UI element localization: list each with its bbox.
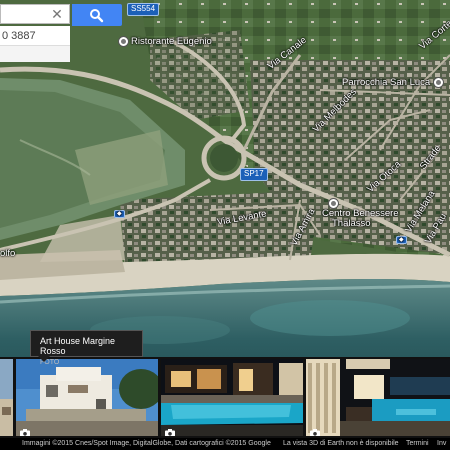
clear-search-button[interactable]: ✕: [48, 6, 66, 22]
place-label-golfo: olfo: [0, 248, 16, 259]
photo-thumbnail[interactable]: [161, 359, 303, 436]
road-shield-ss554: SS554: [127, 3, 160, 16]
map-footer: Immagini ©2015 Cnes/Spot Image, DigitalG…: [0, 438, 450, 450]
spa-marker-icon: [328, 198, 339, 209]
camera-icon: [20, 424, 30, 436]
search-button[interactable]: [72, 4, 122, 26]
map-marker-icon: ◆: [114, 210, 125, 218]
photo-tooltip-subtitle: FOTO: [40, 359, 60, 366]
photo-image: [16, 359, 158, 436]
camera-icon: [310, 424, 320, 436]
photo-thumbnail[interactable]: [16, 359, 158, 436]
search-box: ✕: [0, 0, 122, 26]
help-link[interactable]: Inv: [437, 438, 446, 450]
camera-icon: [165, 424, 175, 436]
photo-thumbnail[interactable]: [306, 359, 450, 436]
poi-parrocchia[interactable]: Parrocchia San Luca: [342, 77, 446, 88]
attribution-text: Immagini ©2015 Cnes/Spot Image, DigitalG…: [22, 440, 271, 447]
search-result-item[interactable]: 0 3887: [0, 26, 70, 46]
photo-thumbnail[interactable]: [0, 359, 13, 436]
church-marker-icon: [432, 77, 444, 88]
restaurant-marker-icon: [118, 36, 129, 47]
photo-image: [161, 359, 303, 436]
poi-parrocchia-label: Parrocchia San Luca: [342, 77, 431, 89]
earth-unavailable-note[interactable]: La vista 3D di Earth non è disponibile: [283, 438, 399, 450]
photo-tooltip: Art House Margine Rosso FOTO: [30, 330, 143, 366]
terms-link[interactable]: Termini: [406, 438, 429, 450]
poi-centro-benessere[interactable]: Centro Benessere Thalasso: [322, 198, 399, 229]
photo-image: [0, 359, 13, 436]
road-shield-sp17: SP17: [240, 168, 268, 181]
poi-ristorante[interactable]: Ristorante Eugenio: [118, 36, 212, 47]
close-icon: ✕: [51, 6, 63, 22]
search-icon: [90, 9, 104, 23]
search-result-panel: [0, 46, 70, 62]
photo-tooltip-arrow: [38, 356, 50, 362]
small-marker-2[interactable]: ◆: [396, 236, 407, 244]
photo-image: [306, 359, 450, 436]
poi-ristorante-label: Ristorante Eugenio: [131, 36, 212, 48]
poi-centro-label-2: Thalasso: [332, 217, 371, 229]
photo-strip: [0, 357, 450, 438]
small-marker-1[interactable]: ◆: [114, 210, 125, 218]
map-marker-icon: ◆: [396, 236, 407, 244]
photo-tooltip-title: Art House Margine Rosso: [40, 336, 116, 356]
